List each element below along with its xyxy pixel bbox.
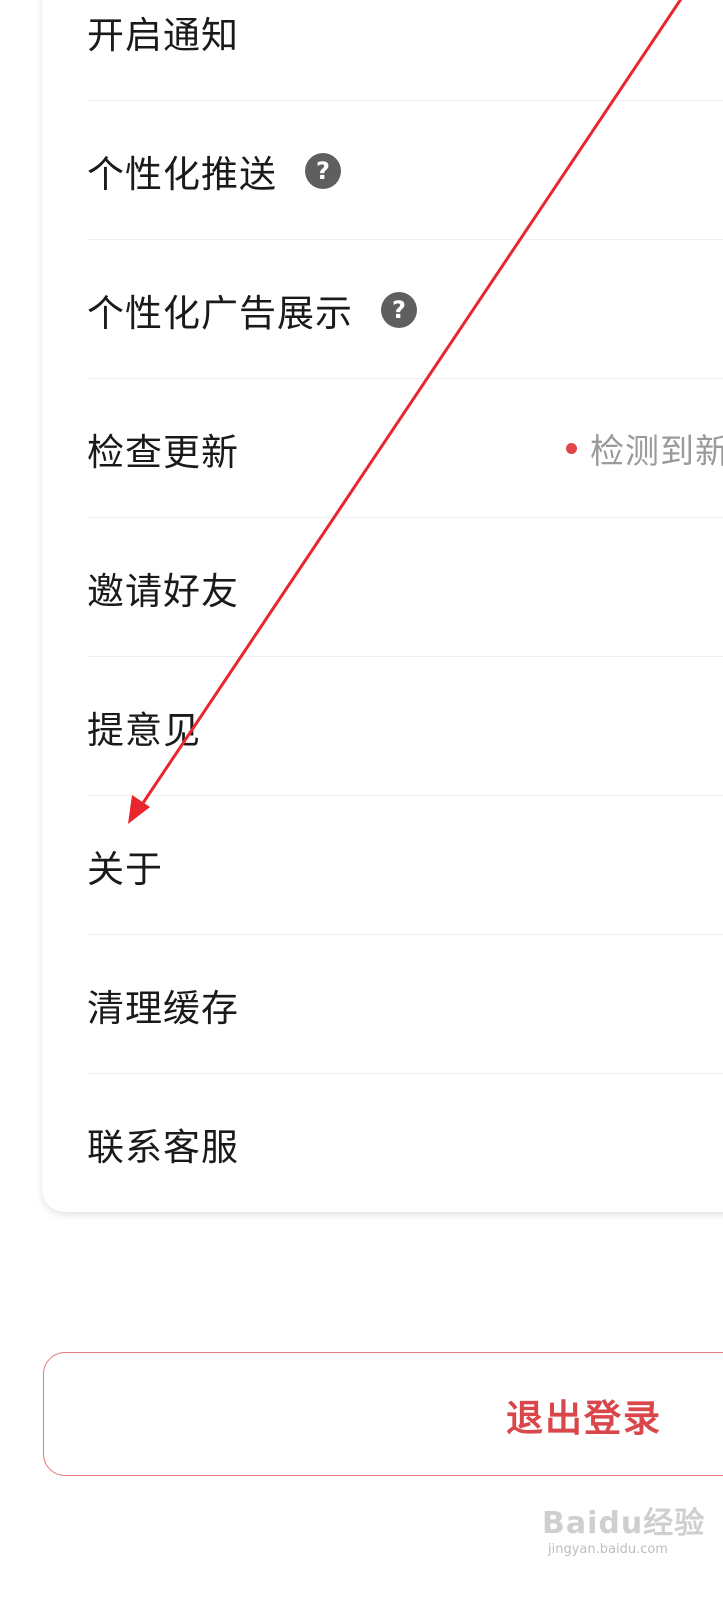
- setting-label: 清理缓存: [87, 986, 239, 1030]
- watermark-brand: Baidu经验: [542, 1506, 706, 1541]
- update-status-text: 检测到新: [590, 432, 723, 472]
- setting-label: 关于: [87, 847, 163, 891]
- setting-personalized-push[interactable]: 个性化推送 ?: [87, 101, 723, 240]
- setting-feedback[interactable]: 提意见: [87, 657, 723, 796]
- setting-contact-support[interactable]: 联系客服: [87, 1074, 723, 1213]
- help-icon[interactable]: ?: [305, 152, 341, 189]
- setting-label: 个性化广告展示: [87, 291, 353, 335]
- setting-enable-notifications[interactable]: 开启通知: [87, 0, 723, 101]
- setting-label: 联系客服: [87, 1125, 239, 1169]
- watermark-url: jingyan.baidu.com: [548, 1542, 668, 1557]
- baidu-watermark: Baidu经验 jingyan.baidu.com: [542, 1494, 712, 1566]
- update-dot: [566, 443, 577, 454]
- setting-about[interactable]: 关于: [87, 796, 723, 935]
- setting-label: 开启通知: [87, 13, 239, 57]
- help-icon[interactable]: ?: [381, 291, 417, 328]
- setting-invite-friends[interactable]: 邀请好友: [87, 518, 723, 657]
- settings-screen: 开启通知 个性化推送 ? 个性化广告展示 ? 检查更新 检测到新 邀请好友 提意…: [0, 0, 723, 1600]
- setting-label: 个性化推送: [87, 152, 277, 196]
- setting-personalized-ads[interactable]: 个性化广告展示 ?: [87, 240, 723, 379]
- setting-check-update[interactable]: 检查更新 检测到新: [87, 379, 723, 518]
- logout-label: 退出登录: [506, 1397, 662, 1440]
- setting-label: 提意见: [87, 708, 201, 752]
- setting-label: 检查更新: [87, 430, 239, 474]
- logout-button[interactable]: 退出登录: [43, 1352, 723, 1476]
- setting-label: 邀请好友: [87, 569, 239, 613]
- update-status: 检测到新: [566, 424, 723, 473]
- setting-clear-cache[interactable]: 清理缓存: [87, 935, 723, 1074]
